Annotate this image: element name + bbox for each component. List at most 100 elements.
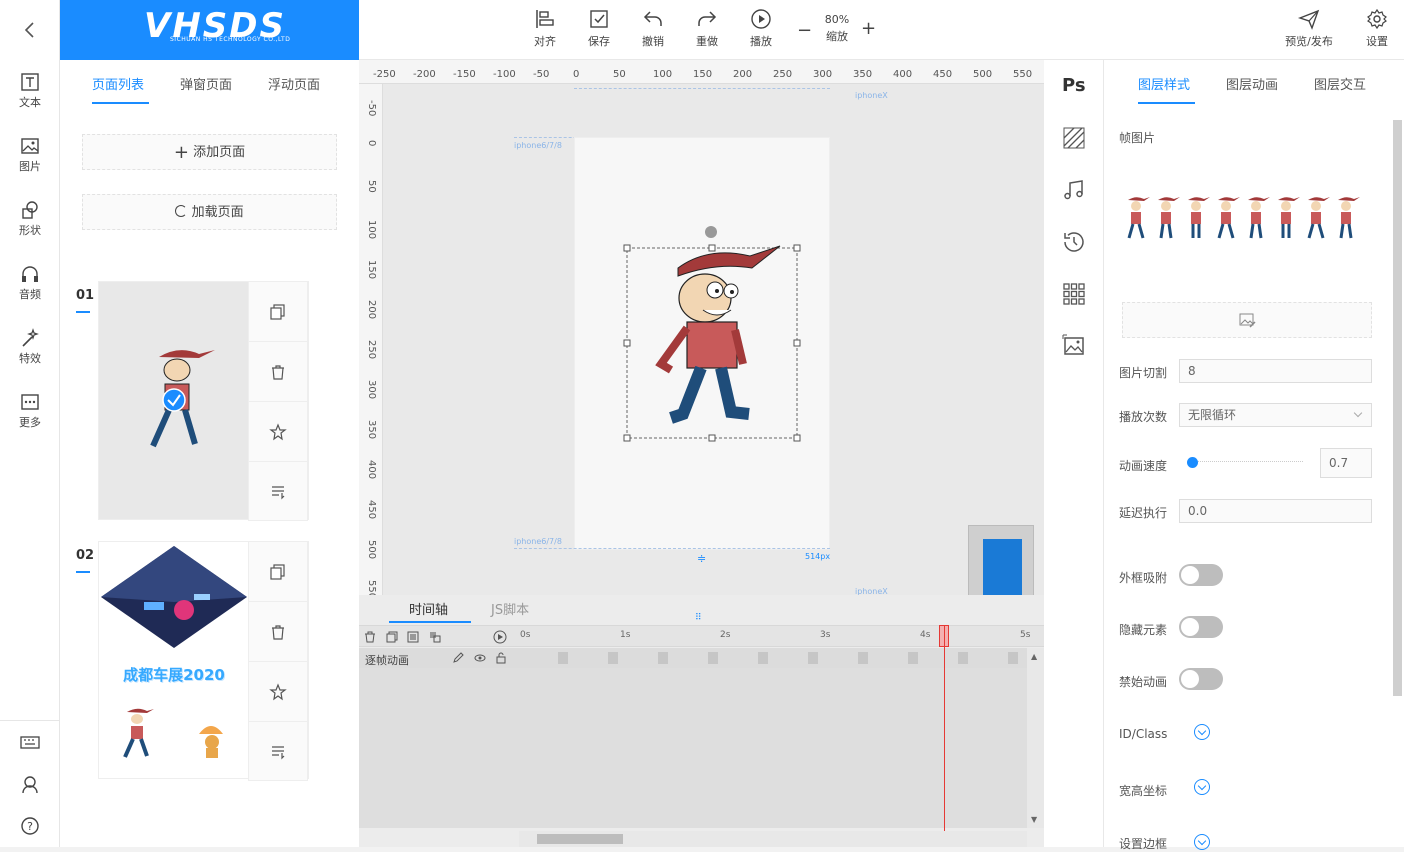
speed-slider-track[interactable] (1188, 461, 1303, 462)
vertical-ruler[interactable]: -50 0 50 100 150 200 250 300 350 400 450 500 550 (359, 84, 383, 625)
ps-icon[interactable]: Ps (1062, 75, 1086, 99)
tool-effect[interactable]: 特效 (0, 328, 60, 366)
keyframe-block[interactable] (558, 652, 568, 664)
tab-layer-style[interactable]: 图层样式 (1138, 74, 1190, 93)
keyframe-block[interactable] (608, 652, 618, 664)
account-button[interactable] (0, 774, 60, 796)
tool-audio[interactable]: 音频 (0, 264, 60, 302)
add-page-button[interactable]: + 添加页面 (82, 134, 337, 170)
lock-icon[interactable] (495, 652, 507, 664)
keyframe-block[interactable] (958, 652, 968, 664)
keyframe-block[interactable] (908, 652, 918, 664)
tab-timeline[interactable]: 时间轴 (409, 599, 448, 618)
minimap-viewport[interactable] (983, 539, 1022, 603)
play-button[interactable]: 播放 (737, 8, 785, 49)
play-count-select[interactable]: 无限循环 (1179, 403, 1372, 427)
keyframe-block[interactable] (808, 652, 818, 664)
horizontal-ruler[interactable]: -250 -200 -150 -100 -50 0 50 100 150 200 250 300 350… (359, 60, 1044, 84)
tab-floating-pages[interactable]: 浮动页面 (268, 74, 320, 93)
timeline-body[interactable] (359, 668, 1027, 828)
tab-layer-interaction[interactable]: 图层交互 (1314, 74, 1366, 93)
delay-input[interactable]: 0.0 (1179, 499, 1372, 523)
keyboard-button[interactable] (0, 732, 60, 754)
property-scrollbar[interactable] (1391, 108, 1404, 847)
tool-more[interactable]: 更多 (0, 392, 60, 430)
page-settings-button[interactable] (249, 462, 307, 522)
load-page-button[interactable]: 加载页面 (82, 194, 337, 230)
edit-icon[interactable] (452, 652, 464, 664)
frame-icon[interactable] (407, 631, 419, 643)
preview-publish-button[interactable]: 预览/发布 (1279, 8, 1339, 49)
layer-icon[interactable] (429, 631, 441, 643)
walking-character[interactable] (655, 245, 781, 424)
back-button[interactable] (0, 18, 60, 45)
speed-input[interactable]: 0.7 (1320, 448, 1372, 478)
guide-label-iphone678: iphone6/7/8 (514, 141, 562, 150)
grid-icon[interactable] (1062, 282, 1086, 306)
tool-text[interactable]: 文本 (0, 72, 60, 110)
canvas-area[interactable]: -250 -200 -150 -100 -50 0 50 100 150 200 250 300 350… (359, 60, 1044, 625)
align-button[interactable]: 对齐 (521, 8, 569, 49)
rotate-handle[interactable] (705, 226, 717, 238)
track-row[interactable]: 逐帧动画 (359, 648, 1044, 668)
tab-js-script[interactable]: JS脚本 (491, 599, 529, 618)
keyframe-block[interactable] (1008, 652, 1018, 664)
image-frame-icon[interactable] (1062, 334, 1086, 358)
zoom-in-button[interactable]: + (861, 18, 876, 39)
timeline-horizontal-scrollbar[interactable] (519, 831, 1027, 847)
tool-image[interactable]: 图片 (0, 136, 60, 174)
slice-input[interactable]: 8 (1179, 359, 1372, 383)
delete-page-button[interactable] (249, 342, 307, 402)
copy-page-button[interactable] (249, 542, 307, 602)
settings-button[interactable]: 设置 (1353, 8, 1401, 49)
favorite-page-button[interactable] (249, 402, 307, 462)
keyframe-block[interactable] (758, 652, 768, 664)
speed-slider-thumb[interactable] (1187, 457, 1198, 468)
playhead[interactable] (944, 625, 945, 831)
music-icon[interactable] (1062, 178, 1086, 202)
phone-canvas[interactable] (574, 137, 830, 550)
frame-image-strip[interactable] (1122, 192, 1372, 252)
undo-button[interactable]: 撤销 (629, 8, 677, 49)
save-label: 保存 (588, 35, 610, 48)
keyframe-block[interactable] (858, 652, 868, 664)
id-class-expand-icon[interactable] (1194, 724, 1210, 740)
play-icon[interactable] (493, 630, 507, 644)
panel-resize-handle[interactable]: ⠿ (695, 613, 702, 623)
keyframe-block[interactable] (708, 652, 718, 664)
timeline-vertical-scrollbar[interactable]: ▲ ▼ (1027, 648, 1044, 828)
ruler-tick-label: 0 (573, 69, 580, 80)
tab-page-list[interactable]: 页面列表 (92, 74, 144, 93)
save-icon (590, 10, 608, 28)
save-button[interactable]: 保存 (575, 8, 623, 49)
sort-icon (272, 746, 285, 760)
page-settings-button[interactable] (249, 722, 307, 782)
ruler-tick-label: -200 (413, 69, 436, 80)
hide-element-toggle[interactable] (1179, 616, 1223, 638)
keyframe-block[interactable] (658, 652, 668, 664)
tool-shape[interactable]: 形状 (0, 200, 60, 238)
copy-page-button[interactable] (249, 282, 307, 342)
snap-toggle[interactable] (1179, 564, 1223, 586)
disable-animation-toggle[interactable] (1179, 668, 1223, 690)
resize-height-handle[interactable]: ≑ (697, 552, 706, 565)
border-expand-icon[interactable] (1194, 834, 1210, 850)
texture-icon[interactable] (1062, 126, 1086, 150)
scroll-thumb[interactable] (537, 834, 623, 844)
eye-icon[interactable] (474, 652, 486, 664)
scroll-thumb[interactable] (1393, 120, 1402, 696)
copy-icon[interactable] (386, 631, 398, 643)
help-button[interactable]: ? (0, 816, 60, 838)
ruler-tick-label: 150 (693, 69, 713, 80)
delete-page-button[interactable] (249, 602, 307, 662)
zoom-out-button[interactable]: − (797, 20, 812, 41)
tab-layer-animation[interactable]: 图层动画 (1226, 74, 1278, 93)
history-icon[interactable] (1062, 230, 1086, 254)
ruler-tick-label: 450 (366, 500, 377, 520)
replace-image-button[interactable] (1122, 302, 1372, 338)
favorite-page-button[interactable] (249, 662, 307, 722)
size-position-expand-icon[interactable] (1194, 779, 1210, 795)
trash-icon[interactable] (364, 631, 376, 643)
redo-button[interactable]: 重做 (683, 8, 731, 49)
tab-popup-pages[interactable]: 弹窗页面 (180, 74, 232, 93)
